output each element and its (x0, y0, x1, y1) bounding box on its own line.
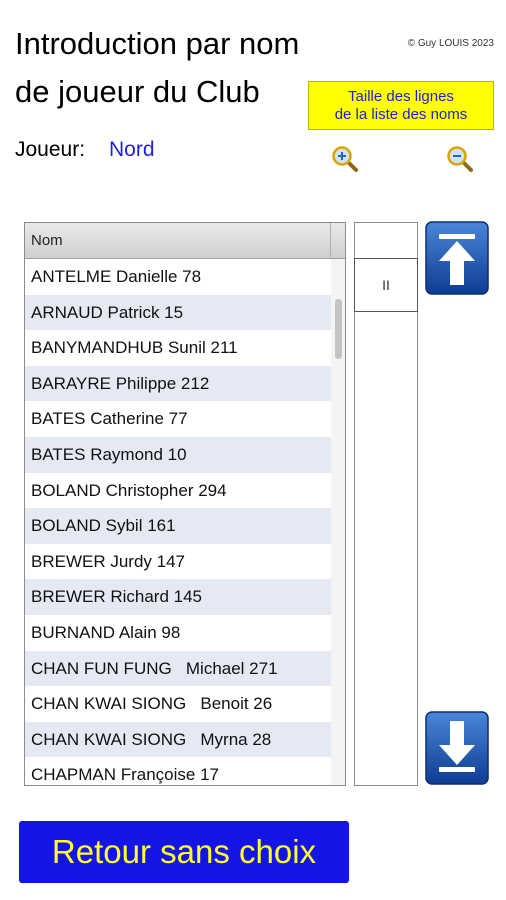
player-label: Joueur: (15, 138, 86, 161)
list-item[interactable]: BANYMANDHUB Sunil 211 (25, 330, 331, 366)
page-title: Introduction par nom de joueur du Club (15, 20, 299, 116)
list-item[interactable]: CHAPMAN Françoise 17 (25, 757, 331, 785)
list-item[interactable]: BARAYRE Philippe 212 (25, 365, 331, 402)
line-size-label-line1: Taille des lignes (348, 87, 454, 105)
zoom-out-icon[interactable] (446, 145, 474, 173)
list-item[interactable]: BREWER Jurdy 147 (25, 544, 331, 580)
list-scrollbar-thumb[interactable] (335, 299, 342, 359)
return-without-choice-button[interactable]: Retour sans choix (19, 821, 349, 883)
page-title-line1: Introduction par nom (15, 26, 300, 61)
pause-button[interactable]: II (354, 258, 418, 312)
list-rows: ANTELME Danielle 78 ARNAUD Patrick 15 BANY… (25, 259, 331, 785)
list-item[interactable]: BOLAND Sybil 161 (25, 508, 331, 544)
list-column-header[interactable]: Nom (25, 223, 345, 259)
list-item[interactable]: CHAN KWAI SIONG Myrna 28 (25, 721, 331, 758)
player-value: Nord (109, 138, 155, 161)
list-item[interactable]: BREWER Richard 145 (25, 579, 331, 615)
list-item[interactable]: CHAN KWAI SIONG Benoit 26 (25, 686, 331, 722)
list-item[interactable]: BOLAND Christopher 294 (25, 473, 331, 509)
list-item[interactable]: ANTELME Danielle 78 (25, 259, 331, 295)
list-item[interactable]: ARNAUD Patrick 15 (25, 294, 331, 331)
line-size-panel: Taille des lignes de la liste des noms (308, 81, 494, 130)
scroll-bottom-button[interactable] (425, 711, 489, 785)
list-item[interactable]: CHAN FUN FUNG Michael 271 (25, 650, 331, 687)
list-item[interactable]: BURNAND Alain 98 (25, 615, 331, 651)
list-item[interactable]: BATES Catherine 77 (25, 401, 331, 437)
player-list: Nom ANTELME Danielle 78 ARNAUD Patrick 15… (24, 222, 346, 786)
line-size-label-line2: de la liste des noms (334, 105, 468, 123)
column-header-end (330, 223, 345, 258)
list-item[interactable]: BATES Raymond 10 (25, 436, 331, 473)
zoom-in-icon[interactable] (331, 145, 359, 173)
column-header-name: Nom (31, 232, 63, 249)
list-scrollbar[interactable] (331, 259, 345, 785)
page-title-line2: de joueur du Club (15, 74, 260, 109)
scroll-top-button[interactable] (425, 221, 489, 295)
copyright-label: © Guy LOUIS 2023 (407, 38, 494, 49)
